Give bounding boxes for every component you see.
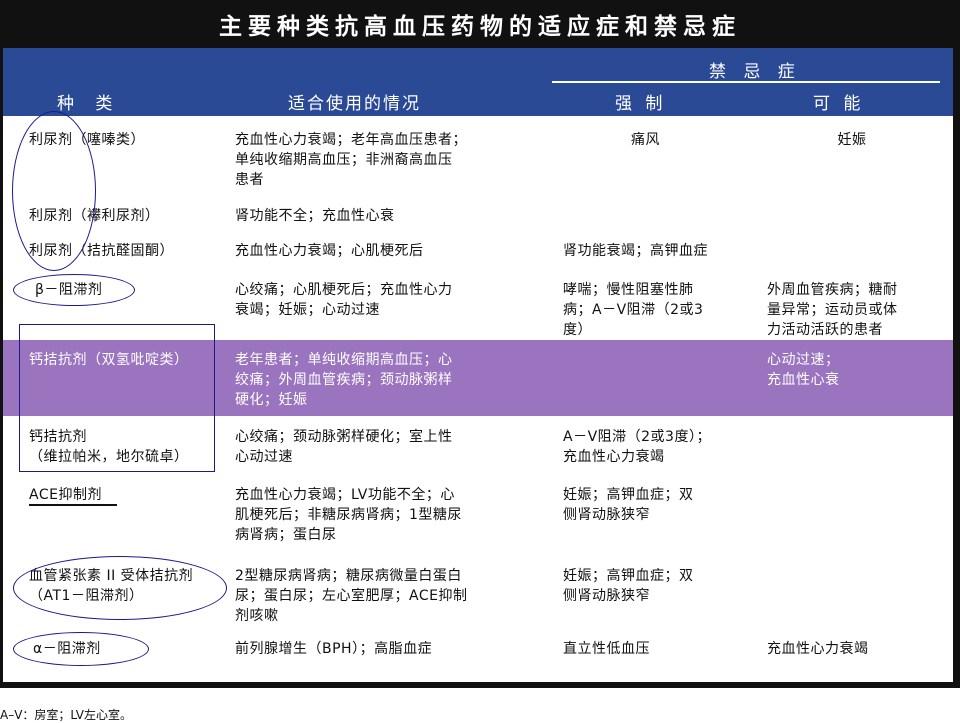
drug-type-cell: 血管紧张素 II 受体拮抗剂 （AT1－阻滞剂）	[29, 568, 194, 604]
table-row: 利尿剂（噻嗪类） 充血性心力衰竭；老年高血压患者； 单纯收缩期高血压；非洲裔高血…	[3, 130, 953, 200]
table-body: 利尿剂（噻嗪类） 充血性心力衰竭；老年高血压患者； 单纯收缩期高血压；非洲裔高血…	[3, 111, 953, 682]
possible-contra-cell: 外周血管疾病；糖耐 量异常；运动员或体 力活动活跃的患者	[767, 282, 898, 338]
drug-type-cell: ACE抑制剂	[29, 487, 102, 503]
indication-cell: 老年患者；单纯收缩期高血压；心 绞痛；外周血管疾病；颈动脉粥样 硬化；妊娠	[235, 352, 453, 408]
indication-cell: 充血性心力衰竭；LV功能不全；心 肌梗死后；非糖尿病肾病；1型糖尿 病肾病；蛋白…	[235, 487, 462, 543]
strong-contra-cell: 直立性低血压	[563, 641, 650, 657]
indication-cell: 前列腺增生（BPH）；高脂血症	[235, 641, 433, 657]
drug-type-cell: 利尿剂（襻利尿剂）	[29, 208, 160, 224]
table-row: ACE抑制剂 充血性心力衰竭；LV功能不全；心 肌梗死后；非糖尿病肾病；1型糖尿…	[3, 485, 953, 549]
drug-type-cell: 钙拮抗剂（双氢吡啶类）	[29, 352, 189, 368]
header-possible: 可 能	[813, 94, 865, 114]
strong-contra-cell: 妊娠；高钾血症；双 侧肾动脉狭窄	[563, 487, 694, 523]
indication-cell: 心绞痛；心肌梗死后；充血性心力 衰竭；妊娠；心动过速	[235, 282, 453, 318]
ace-underline	[29, 504, 117, 506]
table-row: 利尿剂（拮抗醛固酮） 充血性心力衰竭；心肌梗死后 肾功能衰竭；高钾血症	[3, 241, 953, 265]
strong-contra-cell: 痛风	[631, 132, 660, 148]
header-strong: 强 制	[615, 94, 667, 114]
possible-contra-cell: 妊娠	[837, 132, 867, 148]
table-header: 种 类 适合使用的情况 禁 忌 症 强 制 可 能	[3, 48, 953, 116]
indication-cell: 肾功能不全；充血性心衰	[235, 208, 395, 224]
table-row: β－阻滞剂 心绞痛；心肌梗死后；充血性心力 衰竭；妊娠；心动过速 哮喘；慢性阻塞…	[3, 280, 953, 342]
table-row: 利尿剂（襻利尿剂） 肾功能不全；充血性心衰	[3, 206, 953, 230]
header-contraindication: 禁 忌 症	[709, 62, 801, 82]
drug-type-cell: α－阻滞剂	[33, 641, 101, 657]
strong-contra-cell: A－V阻滞（2或3度）； 充血性心力衰竭	[563, 429, 711, 465]
drug-type-cell: β－阻滞剂	[35, 282, 103, 298]
drug-type-cell: 利尿剂（拮抗醛固酮）	[29, 243, 174, 259]
indication-cell: 心绞痛；颈动脉粥样硬化；室上性 心动过速	[235, 429, 453, 465]
footnote: A–V：房室；LV左心室。	[0, 708, 132, 722]
table-row-highlighted: 钙拮抗剂（双氢吡啶类） 老年患者；单纯收缩期高血压；心 绞痛；外周血管疾病；颈动…	[3, 340, 953, 416]
indication-cell: 2型糖尿病肾病；糖尿病微量白蛋白 尿；蛋白尿；左心室肥厚；ACE抑制 剂咳嗽	[235, 568, 468, 624]
table-row: α－阻滞剂 前列腺增生（BPH）；高脂血症 直立性低血压 充血性心力衰竭	[3, 639, 953, 663]
indication-cell: 充血性心力衰竭；老年高血压患者； 单纯收缩期高血压；非洲裔高血压 患者	[235, 132, 467, 188]
table-frame: 种 类 适合使用的情况 禁 忌 症 强 制 可 能 利尿剂（噻嗪类） 充血性心力…	[0, 48, 960, 688]
table-row: 血管紧张素 II 受体拮抗剂 （AT1－阻滞剂） 2型糖尿病肾病；糖尿病微量白蛋…	[3, 566, 953, 630]
strong-contra-cell: 哮喘；慢性阻塞性肺 病；A－V阻滞（2或3 度）	[563, 282, 704, 338]
strong-contra-cell: 肾功能衰竭；高钾血症	[563, 243, 708, 259]
header-divider	[552, 81, 940, 83]
possible-contra-cell: 心动过速； 充血性心衰	[767, 352, 840, 388]
table-row: 钙拮抗剂 （维拉帕米，地尔硫卓） 心绞痛；颈动脉粥样硬化；室上性 心动过速 A－…	[3, 427, 953, 471]
page-title: 主要种类抗高血压药物的适应症和禁忌症	[0, 0, 960, 48]
header-indication: 适合使用的情况	[288, 94, 421, 114]
indication-cell: 充血性心力衰竭；心肌梗死后	[235, 243, 424, 259]
drug-type-cell: 利尿剂（噻嗪类）	[29, 132, 145, 148]
possible-contra-cell: 充血性心力衰竭	[767, 641, 869, 657]
strong-contra-cell: 妊娠；高钾血症；双 侧肾动脉狭窄	[563, 568, 694, 604]
header-type: 种 类	[57, 94, 121, 114]
drug-type-cell: 钙拮抗剂 （维拉帕米，地尔硫卓）	[29, 429, 189, 465]
